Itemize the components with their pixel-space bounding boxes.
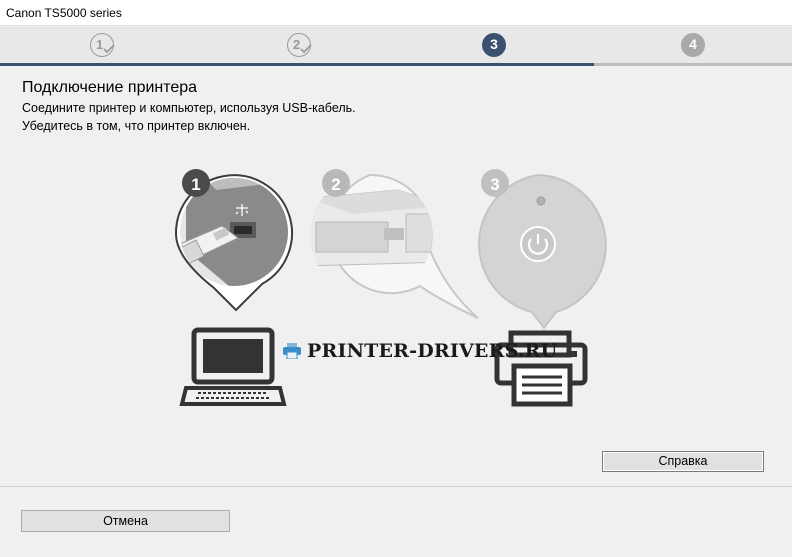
printer-logo-icon [283, 343, 301, 359]
badge-3-number: 3 [490, 175, 499, 194]
badge-1-number: 1 [191, 175, 200, 194]
printer-back-bubble [310, 173, 479, 319]
cancel-button[interactable]: Отмена [21, 510, 230, 532]
help-button[interactable]: Справка [602, 451, 764, 472]
watermark: PRINTER-DRIVERS.RU [283, 340, 557, 362]
badge-2-number: 2 [331, 175, 340, 194]
footer-divider [0, 486, 792, 487]
power-button-bubble [478, 173, 607, 330]
laptop-icon [179, 327, 287, 406]
watermark-text: PRINTER-DRIVERS.RU [307, 340, 558, 362]
